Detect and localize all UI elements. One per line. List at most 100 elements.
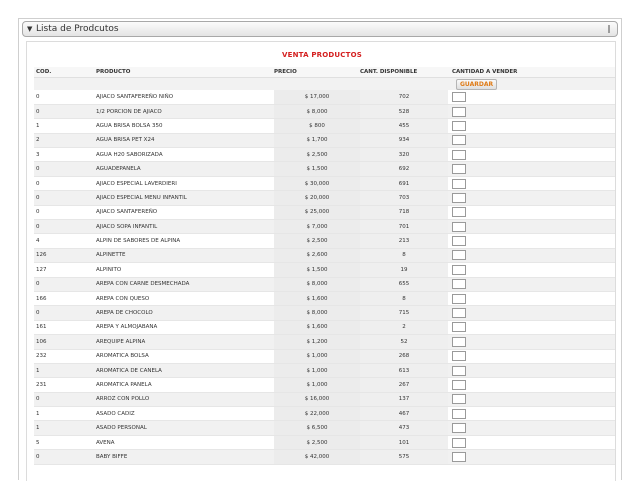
- cell-price: $ 1,600: [274, 320, 360, 336]
- quantity-input[interactable]: [452, 423, 466, 434]
- cell-product: ALPINITO: [94, 262, 274, 278]
- quantity-input[interactable]: [452, 106, 466, 117]
- table-row: 4 ALPIN DE SABORES DE ALPINA $ 2,500 213: [34, 233, 615, 249]
- cell-stock: 8: [360, 248, 448, 264]
- table-row: 0 BABY BIFFE $ 42,000 575: [34, 449, 615, 465]
- column-header-code: COD.: [34, 67, 94, 78]
- table-row: 0 AJIACO ESPECIAL MENU INFANTIL $ 20,000 70…: [34, 190, 615, 206]
- cell-stock: 715: [360, 305, 448, 321]
- cell-stock: 320: [360, 147, 448, 163]
- cell-quantity: [448, 349, 615, 364]
- cell-stock: 455: [360, 118, 448, 134]
- cell-stock: 137: [360, 392, 448, 408]
- cell-stock: 268: [360, 349, 448, 364]
- quantity-input[interactable]: [452, 149, 466, 160]
- table-row: 0 AJIACO ESPECIAL LAVERDIERI $ 30,000 691: [34, 176, 615, 192]
- cell-quantity: [448, 305, 615, 321]
- quantity-input[interactable]: [452, 178, 466, 189]
- cell-product: ARROZ CON POLLO: [94, 392, 274, 408]
- cell-price: $ 1,700: [274, 133, 360, 149]
- quantity-input[interactable]: [452, 120, 466, 131]
- table-row: 1 AGUA BRISA BOLSA 350 $ 800 455: [34, 118, 615, 134]
- cell-code: 232: [34, 349, 94, 364]
- save-button[interactable]: GUARDAR: [456, 79, 498, 90]
- quantity-input[interactable]: [452, 451, 466, 462]
- cell-product: AGUA H20 SABORIZADA: [94, 147, 274, 163]
- quantity-input[interactable]: [452, 164, 466, 175]
- quantity-input[interactable]: [452, 207, 466, 218]
- cell-quantity: [448, 392, 615, 408]
- quantity-input[interactable]: [452, 408, 466, 419]
- cell-quantity: [448, 435, 615, 451]
- cell-quantity: [448, 420, 615, 436]
- cell-product: AROMATICA DE CANELA: [94, 363, 274, 379]
- quantity-input[interactable]: [452, 135, 466, 146]
- cell-code: 2: [34, 133, 94, 149]
- table-action-row: GUARDAR: [34, 77, 615, 90]
- quantity-input[interactable]: [452, 322, 466, 333]
- cell-stock: 528: [360, 104, 448, 120]
- cell-stock: 8: [360, 291, 448, 307]
- cell-stock: 2: [360, 320, 448, 336]
- cell-price: $ 17,000: [274, 90, 360, 105]
- column-header-product: PRODUCTO: [94, 67, 274, 78]
- table-row: 2 AGUA BRISA PET X24 $ 1,700 934: [34, 133, 615, 149]
- column-header-price: PRECIO: [274, 67, 360, 78]
- quantity-input[interactable]: [452, 264, 466, 275]
- table-row: 166 AREPA CON QUESO $ 1,600 8: [34, 291, 615, 307]
- table-row: 106 AREQUIPE ALPINA $ 1,200 52: [34, 334, 615, 350]
- table-row: 0 ARROZ CON POLLO $ 16,000 137: [34, 392, 615, 408]
- cell-price: $ 1,600: [274, 291, 360, 307]
- cell-code: 126: [34, 248, 94, 264]
- quantity-input[interactable]: [452, 394, 466, 405]
- panel-header[interactable]: ▼ Lista de Prodcutos ‖: [22, 21, 618, 37]
- quantity-input[interactable]: [452, 293, 466, 304]
- cell-product: AREQUIPE ALPINA: [94, 334, 274, 350]
- quantity-input[interactable]: [452, 221, 466, 232]
- cell-price: $ 1,500: [274, 161, 360, 177]
- cell-quantity: [448, 291, 615, 307]
- cell-code: 3: [34, 147, 94, 163]
- cell-quantity: [448, 147, 615, 163]
- cell-product: ALPINETTE: [94, 248, 274, 264]
- cell-product: AGUADEPANELA: [94, 161, 274, 177]
- quantity-input[interactable]: [452, 336, 466, 347]
- quantity-input[interactable]: [452, 365, 466, 376]
- cell-product: AJIACO SOPA INFANTIL: [94, 219, 274, 235]
- table-row: 127 ALPINITO $ 1,500 19: [34, 262, 615, 278]
- table-row: 3 AGUA H20 SABORIZADA $ 2,500 320: [34, 147, 615, 163]
- cell-price: $ 42,000: [274, 449, 360, 465]
- cell-code: 0: [34, 277, 94, 292]
- cell-product: AGUA BRISA BOLSA 350: [94, 118, 274, 134]
- quantity-input[interactable]: [452, 236, 466, 247]
- quantity-input[interactable]: [452, 351, 466, 362]
- cell-price: $ 8,000: [274, 104, 360, 120]
- cell-product: AVENA: [94, 435, 274, 451]
- cell-stock: 692: [360, 161, 448, 177]
- cell-price: $ 2,500: [274, 147, 360, 163]
- cell-stock: 701: [360, 219, 448, 235]
- cell-quantity: [448, 449, 615, 465]
- column-header-stock: CANT. DISPONIBLE: [360, 67, 448, 78]
- quantity-input[interactable]: [452, 91, 466, 102]
- cell-price: $ 25,000: [274, 205, 360, 221]
- cell-stock: 52: [360, 334, 448, 350]
- quantity-input[interactable]: [452, 192, 466, 203]
- drag-handle-icon[interactable]: ‖: [607, 23, 611, 35]
- cell-quantity: [448, 248, 615, 264]
- cell-code: 5: [34, 435, 94, 451]
- cell-price: $ 22,000: [274, 406, 360, 422]
- collapse-toggle-icon[interactable]: ▼: [27, 25, 32, 34]
- cell-code: 0: [34, 219, 94, 235]
- quantity-input[interactable]: [452, 308, 466, 319]
- cell-quantity: [448, 262, 615, 278]
- quantity-input[interactable]: [452, 380, 466, 390]
- quantity-input[interactable]: [452, 279, 466, 290]
- cell-product: AREPA DE CHOCOLO: [94, 305, 274, 321]
- table-row: 231 AROMATICA PANELA $ 1,000 267: [34, 377, 615, 393]
- cell-product: AJIACO SANTAFEREÑO NIÑO: [94, 90, 274, 105]
- cell-code: 0: [34, 176, 94, 192]
- quantity-input[interactable]: [452, 250, 466, 261]
- quantity-input[interactable]: [452, 437, 466, 448]
- cell-stock: 101: [360, 435, 448, 451]
